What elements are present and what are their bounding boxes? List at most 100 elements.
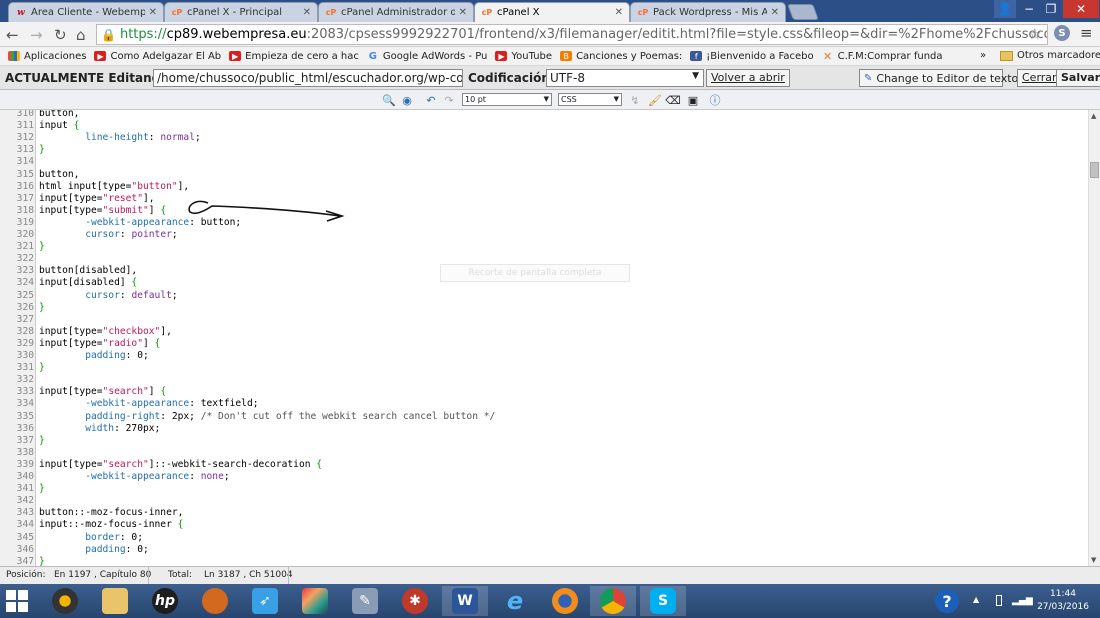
show-hidden-icons-icon[interactable]: ▲ <box>973 595 979 604</box>
tab-cpanel-principal[interactable]: cP cPanel X - Principal ✕ <box>164 2 318 22</box>
line-source: button, <box>39 110 79 120</box>
close-tab-icon[interactable]: ✕ <box>771 7 779 18</box>
bookmark-item[interactable]: f ¡Bienvenido a Facebo <box>690 51 814 62</box>
position-label: Posición: <box>6 570 46 580</box>
line-source: input[type="radio"] { <box>39 338 160 350</box>
firefox-icon[interactable] <box>542 586 588 616</box>
bookmark-item[interactable]: Aplicaciones <box>8 51 86 62</box>
reopen-button[interactable]: Volver a abrir <box>706 69 790 87</box>
hp-icon[interactable]: hp <box>142 586 188 616</box>
bookmark-item[interactable]: ▶ Como Adelgazar El Ab <box>94 51 221 62</box>
code-token: input::-moz-focus-inner <box>39 519 178 531</box>
eraser-icon[interactable]: ⌫ <box>665 93 681 107</box>
code-token: : button; <box>189 216 242 228</box>
font-size-select[interactable]: 10 pt ▼ <box>462 93 552 106</box>
minimize-icon[interactable]: − <box>1018 0 1040 18</box>
close-tab-icon[interactable]: ✕ <box>303 7 311 18</box>
bookmark-item[interactable]: B Canciones y Poemas: <box>560 51 682 62</box>
line-source: border: 0; <box>39 532 143 544</box>
file-path-field[interactable]: /home/chussoco/public_html/escuchador.or… <box>153 69 463 87</box>
bookmark-star-icon[interactable]: ☆ <box>1028 25 1041 43</box>
line-source: cursor: pointer; <box>39 229 178 241</box>
save-button[interactable]: Salvar <box>1056 69 1100 87</box>
tab-pack-wordpress[interactable]: cP Pack Wordpress - Mis Api ✕ <box>630 2 786 22</box>
bookmark-item[interactable]: ▶ YouTube <box>495 51 552 62</box>
start-button[interactable] <box>6 590 30 612</box>
close-tab-icon[interactable]: ✕ <box>149 7 157 18</box>
help-icon[interactable]: ⓘ <box>708 93 722 107</box>
address-bar[interactable]: 🔒 https://cp89.webempresa.eu:2083/cpsess… <box>96 24 1048 45</box>
user-profile-icon[interactable]: 👤 <box>994 0 1016 18</box>
system-clock[interactable]: 11:44 27/03/2016 <box>1034 588 1092 614</box>
reload-icon[interactable]: ↻ <box>54 26 67 44</box>
forward-icon[interactable]: → <box>30 26 43 44</box>
new-tab-button[interactable] <box>787 4 819 20</box>
syntax-value: CSS <box>561 95 577 104</box>
picture-icon[interactable]: ✎ <box>342 586 388 616</box>
clock-date: 27/03/2016 <box>1037 602 1089 612</box>
encoding-select[interactable]: UTF-8 ▼ <box>546 69 704 87</box>
back-icon[interactable]: ← <box>6 26 19 44</box>
folder-icon <box>1000 50 1013 61</box>
tab-cpanel-x[interactable]: cP cPanel X ✕ <box>474 2 630 22</box>
code-token: input[type= <box>39 325 103 337</box>
bookmark-item[interactable]: G Google AdWords - Pu <box>367 51 488 62</box>
fullscreen-icon[interactable]: ▣ <box>686 93 700 107</box>
code-line: 310 button, <box>0 110 1088 120</box>
bookmark-item[interactable]: ✕ C.F.M:Comprar funda <box>822 50 942 63</box>
code-token: ; <box>171 229 178 240</box>
more-bookmarks-icon[interactable]: » <box>980 50 986 61</box>
tab-label: cPanel X <box>497 7 540 18</box>
code-token: ] <box>142 337 155 349</box>
glove-icon[interactable] <box>192 586 238 616</box>
bug-icon[interactable]: ✱ <box>392 586 438 616</box>
menu-icon[interactable]: ≡ <box>1080 24 1093 42</box>
syntax-select[interactable]: CSS ▼ <box>558 93 622 106</box>
highlight-icon[interactable]: ↯ <box>628 93 642 107</box>
paint-icon[interactable] <box>292 586 338 616</box>
code-line: 345 border: 0; <box>0 532 1088 544</box>
scroll-up-icon[interactable]: ▲ <box>1091 112 1096 120</box>
code-line: 318 input[type="submit"] { <box>0 205 1088 217</box>
scrollbar-thumb[interactable] <box>1090 162 1099 178</box>
skype-icon[interactable]: S <box>640 586 686 616</box>
restore-icon[interactable]: ❐ <box>1040 0 1062 18</box>
vertical-scrollbar[interactable]: ▲ ▼ <box>1088 110 1100 566</box>
rocket-icon[interactable]: ➶ <box>242 586 288 616</box>
media-icon[interactable] <box>42 586 88 616</box>
other-bookmarks-label: Otros marcadores <box>1017 50 1100 61</box>
word-icon[interactable]: W <box>442 586 488 616</box>
close-tab-icon[interactable]: ✕ <box>459 7 467 18</box>
scroll-down-icon[interactable]: ▼ <box>1091 556 1096 564</box>
skype-extension-icon[interactable]: S <box>1054 25 1070 41</box>
code-editor[interactable]: 310 button, 311 input {312 line-height: nor… <box>0 110 1088 566</box>
brush-icon[interactable]: 🖌 <box>648 93 662 107</box>
go-to-line-icon[interactable]: ◉ <box>400 93 414 107</box>
undo-icon[interactable]: ↶ <box>424 93 438 107</box>
close-window-icon[interactable]: ✕ <box>1063 0 1099 18</box>
code-token: pointer <box>131 229 172 240</box>
close-button[interactable]: Cerrar <box>1017 69 1062 87</box>
tab-label: cPanel X - Principal <box>187 7 283 18</box>
tab-area-cliente[interactable]: w Área Cliente - Webempres ✕ <box>8 2 164 22</box>
tab-cpanel-administrador[interactable]: cP cPanel Administrador de a ✕ <box>318 2 474 22</box>
code-line: 321} <box>0 241 1088 253</box>
other-bookmarks-folder[interactable]: Otros marcadores <box>1000 50 1100 61</box>
home-icon[interactable]: ⌂ <box>76 26 86 44</box>
network-signal-icon[interactable]: ▂▄▆ <box>1012 596 1033 606</box>
bookmark-item[interactable]: ▶ Empieza de cero a hac <box>229 51 359 62</box>
change-editor-button[interactable]: ✎ Change to Editor de texto <box>859 69 1018 87</box>
redo-icon[interactable]: ↷ <box>442 93 456 107</box>
ie-icon[interactable]: e <box>492 586 538 616</box>
code-token: "submit" <box>102 204 149 216</box>
chrome-icon[interactable] <box>590 586 636 616</box>
battery-icon[interactable] <box>996 595 1002 606</box>
code-token: : 0; <box>125 350 149 361</box>
code-line: 327 <box>0 314 1088 326</box>
position-value: En 1197 , Capítulo 80 <box>54 570 152 580</box>
file-explorer-icon[interactable] <box>92 586 138 616</box>
help-tray-icon[interactable]: ? <box>935 589 959 613</box>
url-scheme: https:// <box>119 27 167 42</box>
search-icon[interactable]: 🔍 <box>382 93 396 107</box>
close-tab-icon[interactable]: ✕ <box>615 7 623 18</box>
